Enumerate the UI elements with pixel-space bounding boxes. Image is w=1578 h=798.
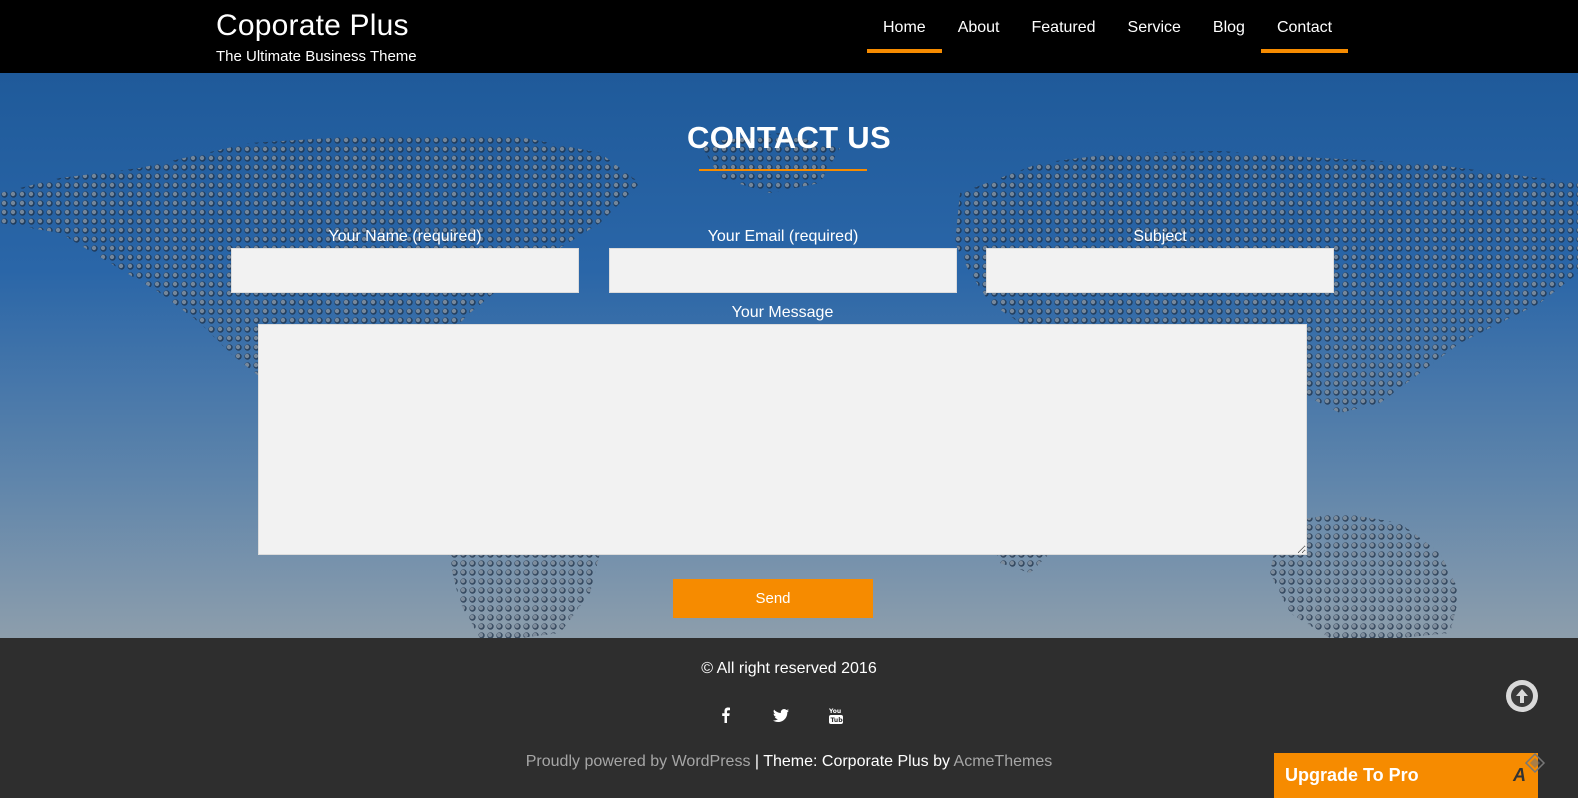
subject-input[interactable] [986, 248, 1334, 293]
youtube-icon[interactable]: You Tube [818, 704, 853, 726]
site-title[interactable]: Coporate Plus [216, 8, 417, 44]
twitter-icon[interactable] [763, 704, 798, 726]
svg-text:You: You [829, 708, 841, 715]
nav-item-home[interactable]: Home [867, 0, 942, 53]
svg-text:Tube: Tube [830, 717, 843, 724]
nav-label: Contact [1276, 18, 1333, 36]
wordpress-link[interactable]: Proudly powered by WordPress [526, 753, 751, 770]
upgrade-label: Upgrade To Pro [1285, 765, 1419, 785]
nav-item-featured[interactable]: Featured [1016, 0, 1112, 53]
social-links: You Tube [708, 704, 853, 726]
nav-item-service[interactable]: Service [1112, 0, 1197, 53]
email-input[interactable] [609, 248, 957, 293]
credits-separator: | Theme: Corporate Plus by [750, 753, 954, 770]
brand: Coporate Plus The Ultimate Business Them… [216, 8, 417, 67]
title-underline [699, 169, 867, 171]
nav-label: Blog [1212, 18, 1245, 36]
nav-item-contact[interactable]: Contact [1260, 0, 1349, 53]
copyright-text: © All right reserved 2016 [701, 660, 877, 677]
nav-label: Featured [1031, 18, 1096, 36]
upgrade-to-pro-button[interactable]: Upgrade To Pro A [1274, 753, 1538, 798]
nav-label: Home [883, 18, 926, 36]
site-header: Coporate Plus The Ultimate Business Them… [0, 0, 1578, 73]
page-title: CONTACT US [687, 120, 891, 155]
main-nav: Home About Featured Service Blog Contact [867, 0, 1349, 73]
scroll-to-top-icon[interactable] [1506, 680, 1538, 712]
nav-item-about[interactable]: About [942, 0, 1016, 53]
name-label: Your Name (required) [328, 228, 482, 245]
contact-section: CONTACT US Your Name (required) Your Ema… [0, 73, 1578, 638]
acmethemes-link[interactable]: AcmeThemes [954, 753, 1053, 770]
facebook-icon[interactable] [708, 704, 743, 726]
nav-label: About [957, 18, 1000, 36]
name-input[interactable] [231, 248, 579, 293]
nav-item-blog[interactable]: Blog [1197, 0, 1261, 53]
email-label: Your Email (required) [707, 228, 859, 245]
message-label: Your Message [731, 304, 834, 321]
send-button[interactable]: Send [673, 579, 873, 618]
message-textarea[interactable] [258, 324, 1307, 555]
subject-label: Subject [1133, 228, 1187, 245]
site-tagline: The Ultimate Business Theme [216, 48, 417, 65]
nav-label: Service [1127, 18, 1181, 36]
diamond-icon [1524, 752, 1546, 774]
